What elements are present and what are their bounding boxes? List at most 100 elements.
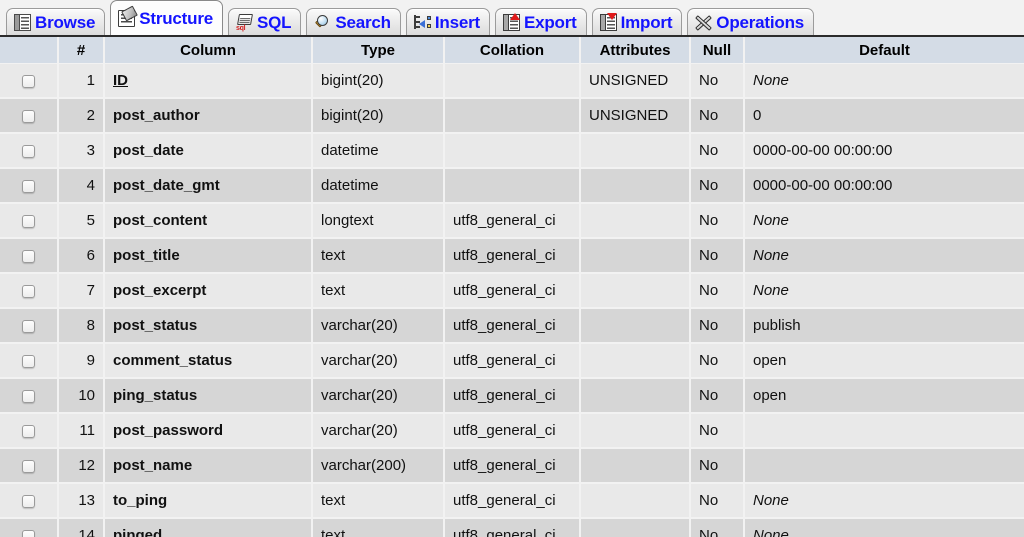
- row-checkbox[interactable]: [22, 180, 35, 193]
- column-name-text: comment_status: [113, 352, 232, 369]
- row-checkbox-cell[interactable]: [0, 448, 58, 483]
- row-checkbox[interactable]: [22, 460, 35, 473]
- cell-null: No: [690, 64, 744, 99]
- cell-collation: utf8_general_ci: [444, 203, 580, 238]
- cell-column-name: post_title: [104, 238, 312, 273]
- cell-collation: utf8_general_ci: [444, 448, 580, 483]
- tab-import[interactable]: Import: [592, 8, 683, 35]
- table-row[interactable]: 13to_pingtextutf8_general_ciNoNone: [0, 483, 1024, 518]
- header-type[interactable]: Type: [312, 37, 444, 64]
- table-row[interactable]: 9comment_statusvarchar(20)utf8_general_c…: [0, 343, 1024, 378]
- row-checkbox-cell[interactable]: [0, 343, 58, 378]
- tab-label: Operations: [716, 14, 804, 31]
- header-index[interactable]: #: [58, 37, 104, 64]
- cell-null: No: [690, 203, 744, 238]
- cell-collation: utf8_general_ci: [444, 483, 580, 518]
- cell-type: text: [312, 238, 444, 273]
- row-checkbox[interactable]: [22, 495, 35, 508]
- table-row[interactable]: 7post_excerpttextutf8_general_ciNoNone: [0, 273, 1024, 308]
- cell-index: 7: [58, 273, 104, 308]
- cell-index: 12: [58, 448, 104, 483]
- row-checkbox-cell[interactable]: [0, 98, 58, 133]
- cell-column-name: pinged: [104, 518, 312, 537]
- tab-search[interactable]: Search: [306, 8, 401, 35]
- row-checkbox[interactable]: [22, 355, 35, 368]
- header-default[interactable]: Default: [744, 37, 1024, 64]
- row-checkbox-cell[interactable]: [0, 518, 58, 537]
- cell-default: [744, 448, 1024, 483]
- header-attributes[interactable]: Attributes: [580, 37, 690, 64]
- row-checkbox[interactable]: [22, 530, 35, 537]
- row-checkbox[interactable]: [22, 390, 35, 403]
- table-row[interactable]: 12post_namevarchar(200)utf8_general_ciNo: [0, 448, 1024, 483]
- header-collation[interactable]: Collation: [444, 37, 580, 64]
- cell-collation: [444, 133, 580, 168]
- table-row[interactable]: 8post_statusvarchar(20)utf8_general_ciNo…: [0, 308, 1024, 343]
- table-row[interactable]: 5post_contentlongtextutf8_general_ciNoNo…: [0, 203, 1024, 238]
- table-header: # Column Type Collation Attributes Null …: [0, 37, 1024, 64]
- cell-index: 9: [58, 343, 104, 378]
- row-checkbox[interactable]: [22, 425, 35, 438]
- cell-default: None: [744, 518, 1024, 537]
- row-checkbox-cell[interactable]: [0, 133, 58, 168]
- cell-type: text: [312, 483, 444, 518]
- row-checkbox[interactable]: [22, 320, 35, 333]
- row-checkbox-cell[interactable]: [0, 273, 58, 308]
- cell-null: No: [690, 413, 744, 448]
- table-row[interactable]: 3post_datedatetimeNo0000-00-00 00:00:00: [0, 133, 1024, 168]
- row-checkbox[interactable]: [22, 110, 35, 123]
- cell-collation: [444, 168, 580, 203]
- table-row[interactable]: 14pingedtextutf8_general_ciNoNone: [0, 518, 1024, 537]
- column-name-text: post_date_gmt: [113, 177, 220, 194]
- row-checkbox[interactable]: [22, 145, 35, 158]
- default-value-text: open: [753, 387, 786, 404]
- cell-index: 14: [58, 518, 104, 537]
- row-checkbox[interactable]: [22, 285, 35, 298]
- tab-browse[interactable]: Browse: [6, 8, 105, 35]
- cell-default: 0000-00-00 00:00:00: [744, 133, 1024, 168]
- structure-table-container: # Column Type Collation Attributes Null …: [0, 37, 1024, 537]
- cell-attributes: [580, 133, 690, 168]
- insert-row-icon: [414, 14, 431, 31]
- row-checkbox-cell[interactable]: [0, 168, 58, 203]
- table-row[interactable]: 1IDbigint(20)UNSIGNEDNoNone: [0, 64, 1024, 99]
- row-checkbox-cell[interactable]: [0, 238, 58, 273]
- tab-insert[interactable]: Insert: [406, 8, 490, 35]
- tab-label: Browse: [35, 14, 95, 31]
- row-checkbox[interactable]: [22, 215, 35, 228]
- cell-default: None: [744, 273, 1024, 308]
- default-value-text: None: [753, 212, 789, 229]
- row-checkbox-cell[interactable]: [0, 378, 58, 413]
- tab-structure[interactable]: Structure: [110, 0, 223, 35]
- tab-export[interactable]: Export: [495, 8, 587, 35]
- table-row[interactable]: 4post_date_gmtdatetimeNo0000-00-00 00:00…: [0, 168, 1024, 203]
- row-checkbox-cell[interactable]: [0, 203, 58, 238]
- table-row[interactable]: 10ping_statusvarchar(20)utf8_general_ciN…: [0, 378, 1024, 413]
- tab-label: Structure: [139, 10, 213, 27]
- column-name-text: post_excerpt: [113, 282, 206, 299]
- row-checkbox[interactable]: [22, 250, 35, 263]
- row-checkbox-cell[interactable]: [0, 308, 58, 343]
- table-row[interactable]: 2post_authorbigint(20)UNSIGNEDNo0: [0, 98, 1024, 133]
- cell-column-name: comment_status: [104, 343, 312, 378]
- cell-type: datetime: [312, 168, 444, 203]
- import-down-arrow-icon: [600, 14, 617, 31]
- cell-column-name: post_author: [104, 98, 312, 133]
- header-select-all[interactable]: [0, 37, 58, 64]
- tab-operations[interactable]: Operations: [687, 8, 814, 35]
- row-checkbox-cell[interactable]: [0, 64, 58, 99]
- cell-null: No: [690, 133, 744, 168]
- tab-sql[interactable]: sqlSQL: [228, 8, 301, 35]
- cell-index: 10: [58, 378, 104, 413]
- cell-index: 11: [58, 413, 104, 448]
- table-row[interactable]: 11post_passwordvarchar(20)utf8_general_c…: [0, 413, 1024, 448]
- header-null[interactable]: Null: [690, 37, 744, 64]
- row-checkbox-cell[interactable]: [0, 483, 58, 518]
- row-checkbox-cell[interactable]: [0, 413, 58, 448]
- row-checkbox[interactable]: [22, 75, 35, 88]
- table-row[interactable]: 6post_titletextutf8_general_ciNoNone: [0, 238, 1024, 273]
- cell-default: None: [744, 238, 1024, 273]
- tab-label: Import: [621, 14, 673, 31]
- cell-type: longtext: [312, 203, 444, 238]
- header-column[interactable]: Column: [104, 37, 312, 64]
